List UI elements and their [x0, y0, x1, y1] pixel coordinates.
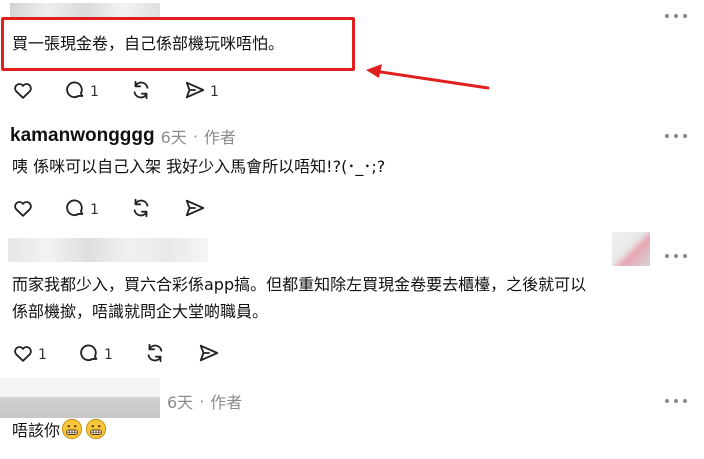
blurred-username-3 [8, 238, 208, 262]
share-count: 1 [210, 84, 219, 100]
send-icon [198, 342, 220, 368]
repost-button[interactable] [130, 198, 152, 222]
share-button[interactable]: 1 [184, 80, 219, 104]
comment-header: kamanwongggg 6天 · 作者 [10, 123, 236, 149]
more-icon[interactable] [665, 252, 687, 260]
reply-button[interactable]: 1 [78, 343, 113, 367]
repost-icon [130, 79, 152, 105]
more-icon[interactable] [665, 397, 687, 405]
author-badge: 作者 [203, 128, 236, 147]
separator: · [192, 126, 198, 146]
comment-text-line-2: 係部機撳，唔識就問企大堂啲職員。 [12, 302, 269, 321]
action-bar: 1 1 [12, 80, 272, 104]
timestamp: 6天 [160, 128, 187, 147]
author-badge: 作者 [210, 393, 243, 412]
repost-button[interactable] [130, 80, 152, 104]
heart-icon [12, 342, 34, 368]
repost-button[interactable] [144, 343, 166, 367]
blurred-avatar [612, 232, 650, 266]
more-icon[interactable] [665, 12, 687, 20]
send-icon [184, 197, 206, 223]
comment-icon [64, 79, 86, 105]
more-icon[interactable] [665, 132, 687, 140]
reply-count: 1 [90, 84, 99, 100]
comment-text: 買一張現金卷，自己係部機玩咪唔怕。 [12, 34, 285, 53]
comment-icon [64, 197, 86, 223]
reply-button[interactable]: 1 [64, 80, 99, 104]
timestamp: 6天 [167, 393, 194, 412]
reply-count: 1 [104, 347, 113, 363]
share-button[interactable] [184, 198, 206, 222]
share-button[interactable] [198, 343, 220, 367]
reply-count: 1 [90, 202, 99, 218]
like-button[interactable]: 1 [12, 343, 47, 367]
reply-button[interactable]: 1 [64, 198, 99, 222]
comment-header: 6天 · 作者 [167, 389, 242, 413]
red-arrow-annotation [366, 64, 490, 90]
like-count: 1 [38, 347, 47, 363]
repost-icon [144, 342, 166, 368]
like-button[interactable] [12, 198, 34, 222]
like-button[interactable] [12, 80, 38, 104]
heart-icon [12, 197, 34, 223]
blurred-username-4 [0, 378, 160, 418]
grimacing-face-icon [85, 418, 107, 444]
separator: · [199, 391, 205, 411]
comment-text: 咦 係咪可以自己入架 我好少入馬會所以唔知!?(･_･;? [12, 157, 386, 176]
action-bar: 1 [12, 198, 272, 222]
comment-text: 唔該你 [12, 421, 61, 440]
send-icon [184, 79, 206, 105]
action-bar: 1 1 [12, 343, 272, 367]
comment-text-line-1: 而家我都少入，買六合彩係app搞。但都重知除左買現金卷要去櫃檯，之後就可以 [12, 275, 587, 294]
comment-body: 唔該你 [12, 417, 107, 444]
comment-icon [78, 342, 100, 368]
grimacing-face-icon [61, 418, 83, 444]
repost-icon [130, 197, 152, 223]
blurred-username-1 [10, 3, 160, 17]
heart-icon [12, 79, 34, 105]
username[interactable]: kamanwongggg [10, 125, 155, 147]
